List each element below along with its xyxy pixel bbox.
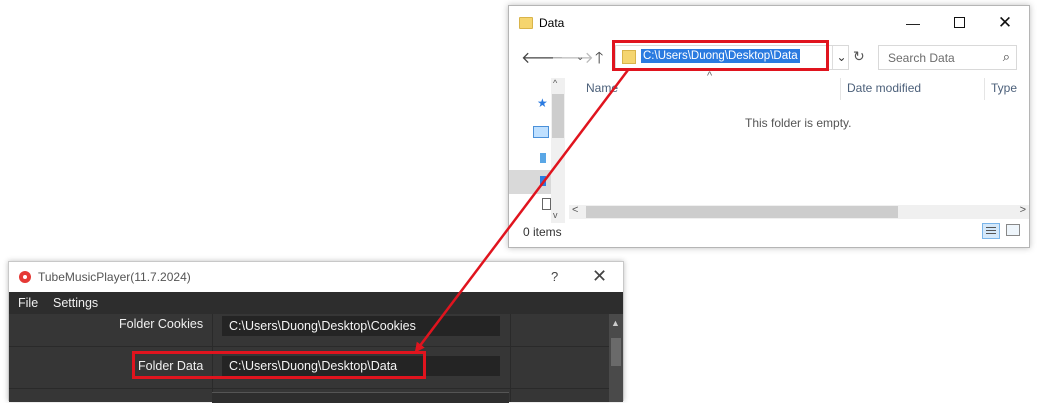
next-row-field[interactable] [212, 392, 509, 403]
annotation-arrow-line [414, 69, 629, 353]
annotation-arrow [414, 69, 629, 353]
